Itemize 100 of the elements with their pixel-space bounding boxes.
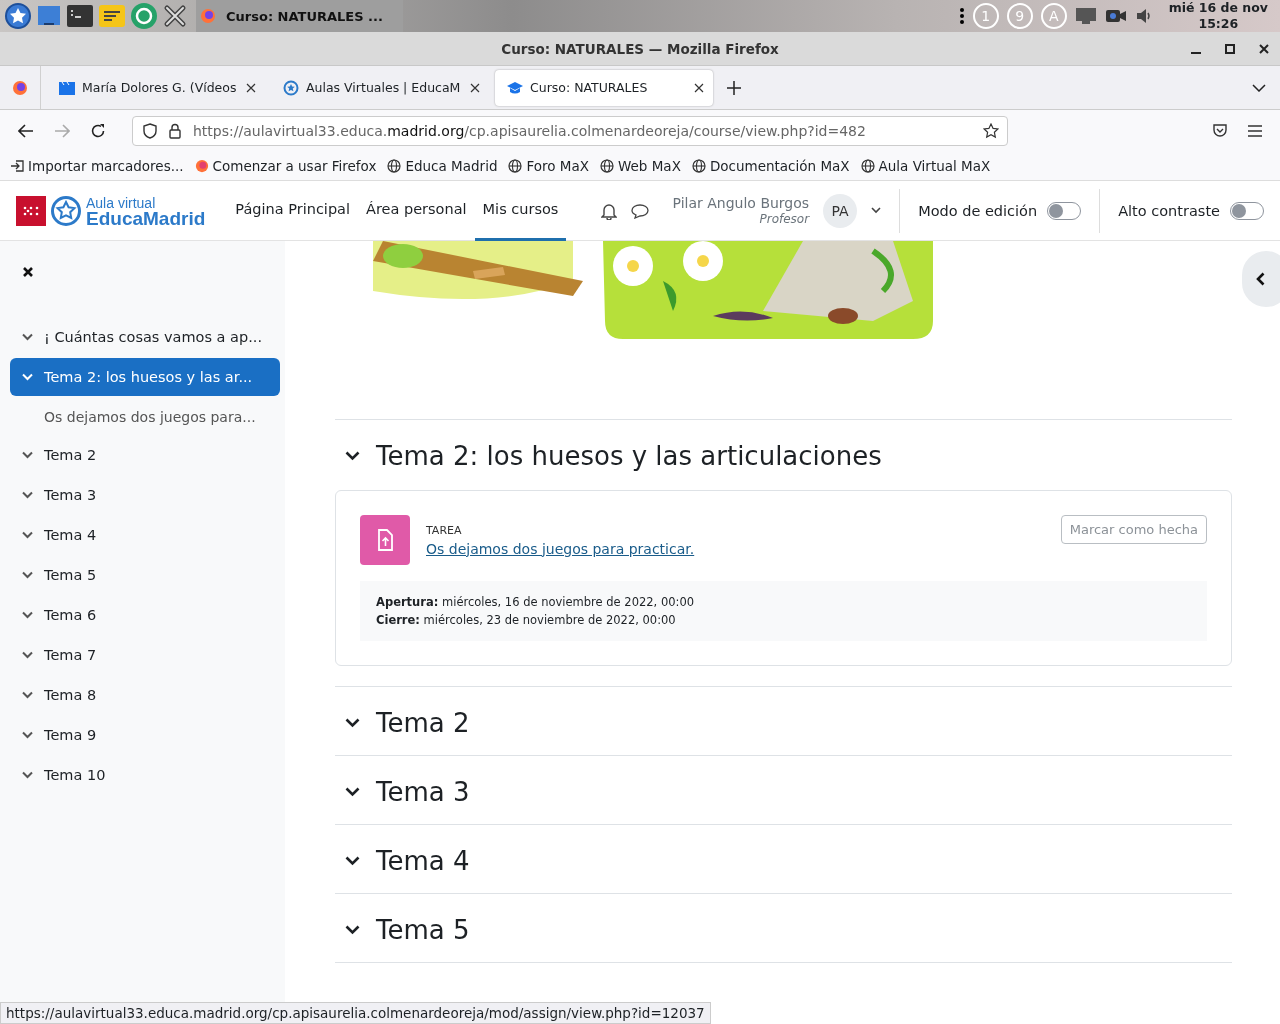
star-circle-icon [283, 79, 299, 96]
drawer-toggle-button[interactable] [1242, 251, 1280, 307]
chevron-icon[interactable] [22, 491, 33, 499]
chevron-icon[interactable] [22, 691, 33, 699]
nav-link[interactable]: Página Principal [227, 180, 358, 241]
course-index-item[interactable]: Tema 2 [10, 436, 280, 474]
star-icon[interactable] [983, 123, 999, 139]
new-tab-icon[interactable] [727, 80, 741, 95]
user-name: Pilar Angulo Burgos [672, 194, 810, 211]
menu-icon[interactable] [1248, 125, 1262, 137]
chevron-icon[interactable] [22, 531, 33, 539]
chevron-icon[interactable] [345, 856, 360, 866]
chevron-icon[interactable] [22, 651, 33, 659]
chevron-down-icon[interactable] [871, 207, 882, 214]
bookmark-item[interactable]: Importar marcadores... [10, 158, 184, 174]
chevron-icon[interactable] [22, 571, 33, 579]
close-icon[interactable] [22, 266, 34, 278]
aperture-icon[interactable] [130, 2, 158, 30]
clock-date: mié 16 de nov [1168, 0, 1268, 16]
bookmark-item[interactable]: Foro MaX [508, 158, 589, 174]
bookmark-item[interactable]: Web MaX [600, 158, 681, 174]
date-line: Cierre: miércoles, 23 de noviembre de 2022, 00:00 [376, 613, 677, 627]
section-title: Tema 4 [376, 846, 470, 876]
course-index-item[interactable]: Tema 7 [10, 636, 280, 674]
toggle-switch[interactable] [1230, 201, 1264, 220]
taskbar-window-button[interactable]: Curso: NATURALES ... [196, 0, 403, 32]
bookmark-item[interactable]: Aula Virtual MaX [860, 158, 991, 174]
tab-title: Aulas Virtuales | EducaM [306, 80, 462, 95]
camera-icon[interactable] [1104, 8, 1127, 24]
close-icon[interactable] [1258, 43, 1270, 55]
bookmark-item[interactable]: Comenzar a usar Firefox [194, 158, 377, 174]
toggle-label: Modo de edición [918, 202, 1038, 219]
firefox-icon [194, 159, 209, 173]
course-index-item[interactable]: Tema 10 [10, 756, 280, 794]
course-index-item[interactable]: Tema 5 [10, 556, 280, 594]
chevron-icon[interactable] [345, 925, 360, 935]
chevron-icon[interactable] [345, 451, 360, 461]
globe-icon [600, 159, 614, 173]
address-field[interactable]: https://aulavirtual33.educa.madrid.org/cp.apisaurelia.colmenardeoreja/course/view.php?id=482 [132, 116, 1008, 146]
course-index-link[interactable]: Os dejamos dos juegos para... [10, 398, 280, 436]
activity-link[interactable]: Os dejamos dos juegos para practicar. [426, 540, 695, 557]
maximize-icon[interactable] [1224, 43, 1236, 55]
course-index-item[interactable]: ¡ Cuántas cosas vamos a ap... [10, 318, 280, 356]
site-logo[interactable]: Aula virtual EducaMadrid [16, 194, 206, 227]
nav-link[interactable]: Área personal [358, 180, 475, 241]
course-index-item[interactable]: Tema 4 [10, 516, 280, 554]
shield-icon[interactable] [143, 123, 157, 139]
terminal-icon[interactable] [66, 3, 94, 29]
clapperboard-icon [59, 80, 75, 95]
section-title: Tema 5 [376, 915, 470, 945]
section-title: Tema 2: los huesos y las articulaciones [376, 441, 882, 471]
close-icon[interactable] [470, 82, 480, 93]
close-icon[interactable] [694, 82, 704, 93]
globe-icon [860, 159, 875, 173]
pocket-icon[interactable] [1212, 123, 1228, 139]
bookmark-item[interactable]: Documentación MaX [691, 158, 850, 174]
chevron-icon[interactable] [22, 451, 33, 459]
section-title: Tema 2 [376, 708, 470, 738]
window-title: Curso: NATURALES — Mozilla Firefox [501, 40, 779, 57]
course-index-item[interactable]: Tema 2: los huesos y las ar... [10, 358, 280, 396]
close-icon[interactable] [246, 82, 256, 93]
kebab-icon[interactable] [958, 7, 965, 25]
chat-bubble-icon[interactable] [630, 202, 649, 219]
bell-icon[interactable] [600, 201, 617, 220]
chevron-icon[interactable] [22, 771, 33, 779]
section-title: Tema 3 [376, 777, 470, 807]
globe-icon [508, 159, 523, 173]
monitor-icon[interactable] [1074, 7, 1097, 25]
close-icon[interactable] [162, 3, 188, 29]
chevron-icon[interactable] [345, 718, 360, 728]
chevron-icon[interactable] [22, 333, 33, 341]
course-index-item[interactable]: Tema 8 [10, 676, 280, 714]
course-index-item[interactable]: Tema 9 [10, 716, 280, 754]
speaker-icon[interactable] [1134, 8, 1153, 24]
chevron-down-icon[interactable] [1252, 83, 1266, 92]
chevron-icon[interactable] [22, 731, 33, 739]
chevron-icon[interactable] [345, 787, 360, 797]
browser-tab[interactable]: María Dolores G. (Vídeos [47, 69, 265, 106]
app-menu-icon[interactable] [4, 2, 32, 30]
course-index-item[interactable]: Tema 6 [10, 596, 280, 634]
chevron-icon[interactable] [22, 611, 33, 619]
user-avatar[interactable]: PA [823, 193, 858, 228]
assignment-icon[interactable] [360, 515, 410, 565]
clock-time: 15:26 [1198, 16, 1239, 32]
flag-icon [16, 195, 46, 226]
firefox-icon[interactable] [12, 79, 28, 96]
toggle-switch[interactable] [1047, 201, 1082, 220]
bookmark-item[interactable]: Educa Madrid [387, 158, 498, 174]
tab-title: María Dolores G. (Vídeos [82, 80, 238, 95]
lock-icon[interactable] [169, 123, 181, 139]
course-index-item[interactable]: Tema 3 [10, 476, 280, 514]
toggle-label: Alto contraste [1118, 202, 1220, 219]
status-link-preview: https://aulavirtual33.educa.madrid.org/cp.apisaurelia.colmenardeoreja/mod/assign/view.php?id=12037 [0, 1002, 711, 1024]
browser-tab[interactable]: Aulas Virtuales | EducaM [271, 69, 489, 106]
notes-icon[interactable] [98, 3, 126, 29]
import-icon [10, 159, 24, 173]
back-icon[interactable] [18, 124, 34, 138]
reload-icon[interactable] [90, 123, 106, 139]
browser-tab[interactable]: Curso: NATURALES [495, 69, 713, 106]
tab-title: Curso: NATURALES [530, 80, 649, 95]
